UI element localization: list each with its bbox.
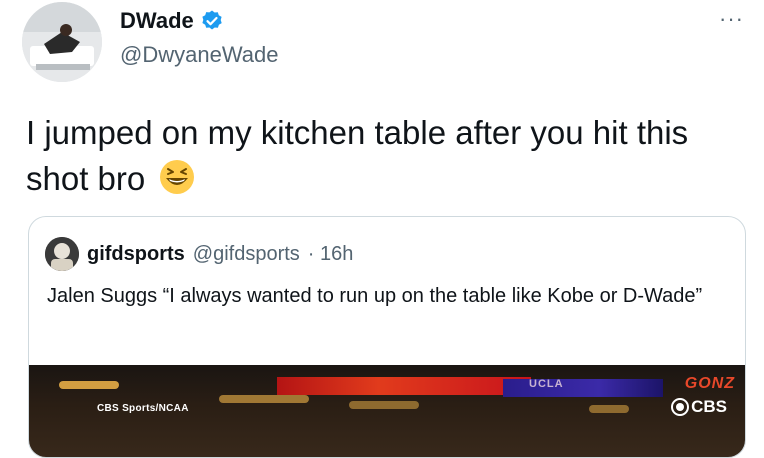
quoted-tweet-time[interactable]: · 16h <box>308 243 354 266</box>
arena-light <box>349 401 419 409</box>
author-avatar[interactable] <box>22 2 102 82</box>
arena-light <box>589 405 629 413</box>
quoted-tweet-card[interactable]: gifdsports @gifdsports · 16h Jalen Suggs… <box>28 216 746 458</box>
quoted-author-avatar[interactable] <box>45 237 79 271</box>
quoted-tweet-text: Jalen Suggs “I always wanted to run up o… <box>47 285 703 307</box>
arena-led-board-red <box>277 377 531 395</box>
tweet-body: I jumped on my kitchen table after you h… <box>26 114 689 197</box>
broadcaster-logo: CBS <box>671 397 727 417</box>
more-options-button[interactable]: ··· <box>719 6 744 32</box>
author-name[interactable]: DWade <box>120 8 194 34</box>
author-handle[interactable]: @DwyaneWade <box>120 42 278 68</box>
tweet-text: I jumped on my kitchen table after you h… <box>26 110 746 202</box>
arena-sign-text: UCLA <box>529 378 564 390</box>
quoted-author-name[interactable]: gifdsports <box>87 243 185 266</box>
verified-badge-icon <box>202 10 222 30</box>
arena-light <box>219 395 309 403</box>
quoted-tweet-header: gifdsports @gifdsports · 16h <box>45 237 353 271</box>
arena-light <box>59 381 119 389</box>
quoted-author-handle[interactable]: @gifdsports <box>193 243 300 266</box>
grinning-squinting-face-emoji-icon <box>160 160 195 194</box>
quoted-tweet-media[interactable]: UCLA CBS Sports/NCAA GONZ CBS <box>29 365 745 457</box>
author-name-row[interactable]: DWade <box>120 8 224 34</box>
quoted-profile-photo-icon <box>45 237 79 271</box>
profile-photo-icon <box>22 2 102 82</box>
network-watermark: CBS Sports/NCAA <box>97 403 189 414</box>
broadcaster-name: CBS <box>691 397 727 416</box>
cbs-eye-icon <box>671 398 690 416</box>
arena-led-board-blue <box>503 379 663 397</box>
score-bug-team: GONZ <box>684 375 735 392</box>
